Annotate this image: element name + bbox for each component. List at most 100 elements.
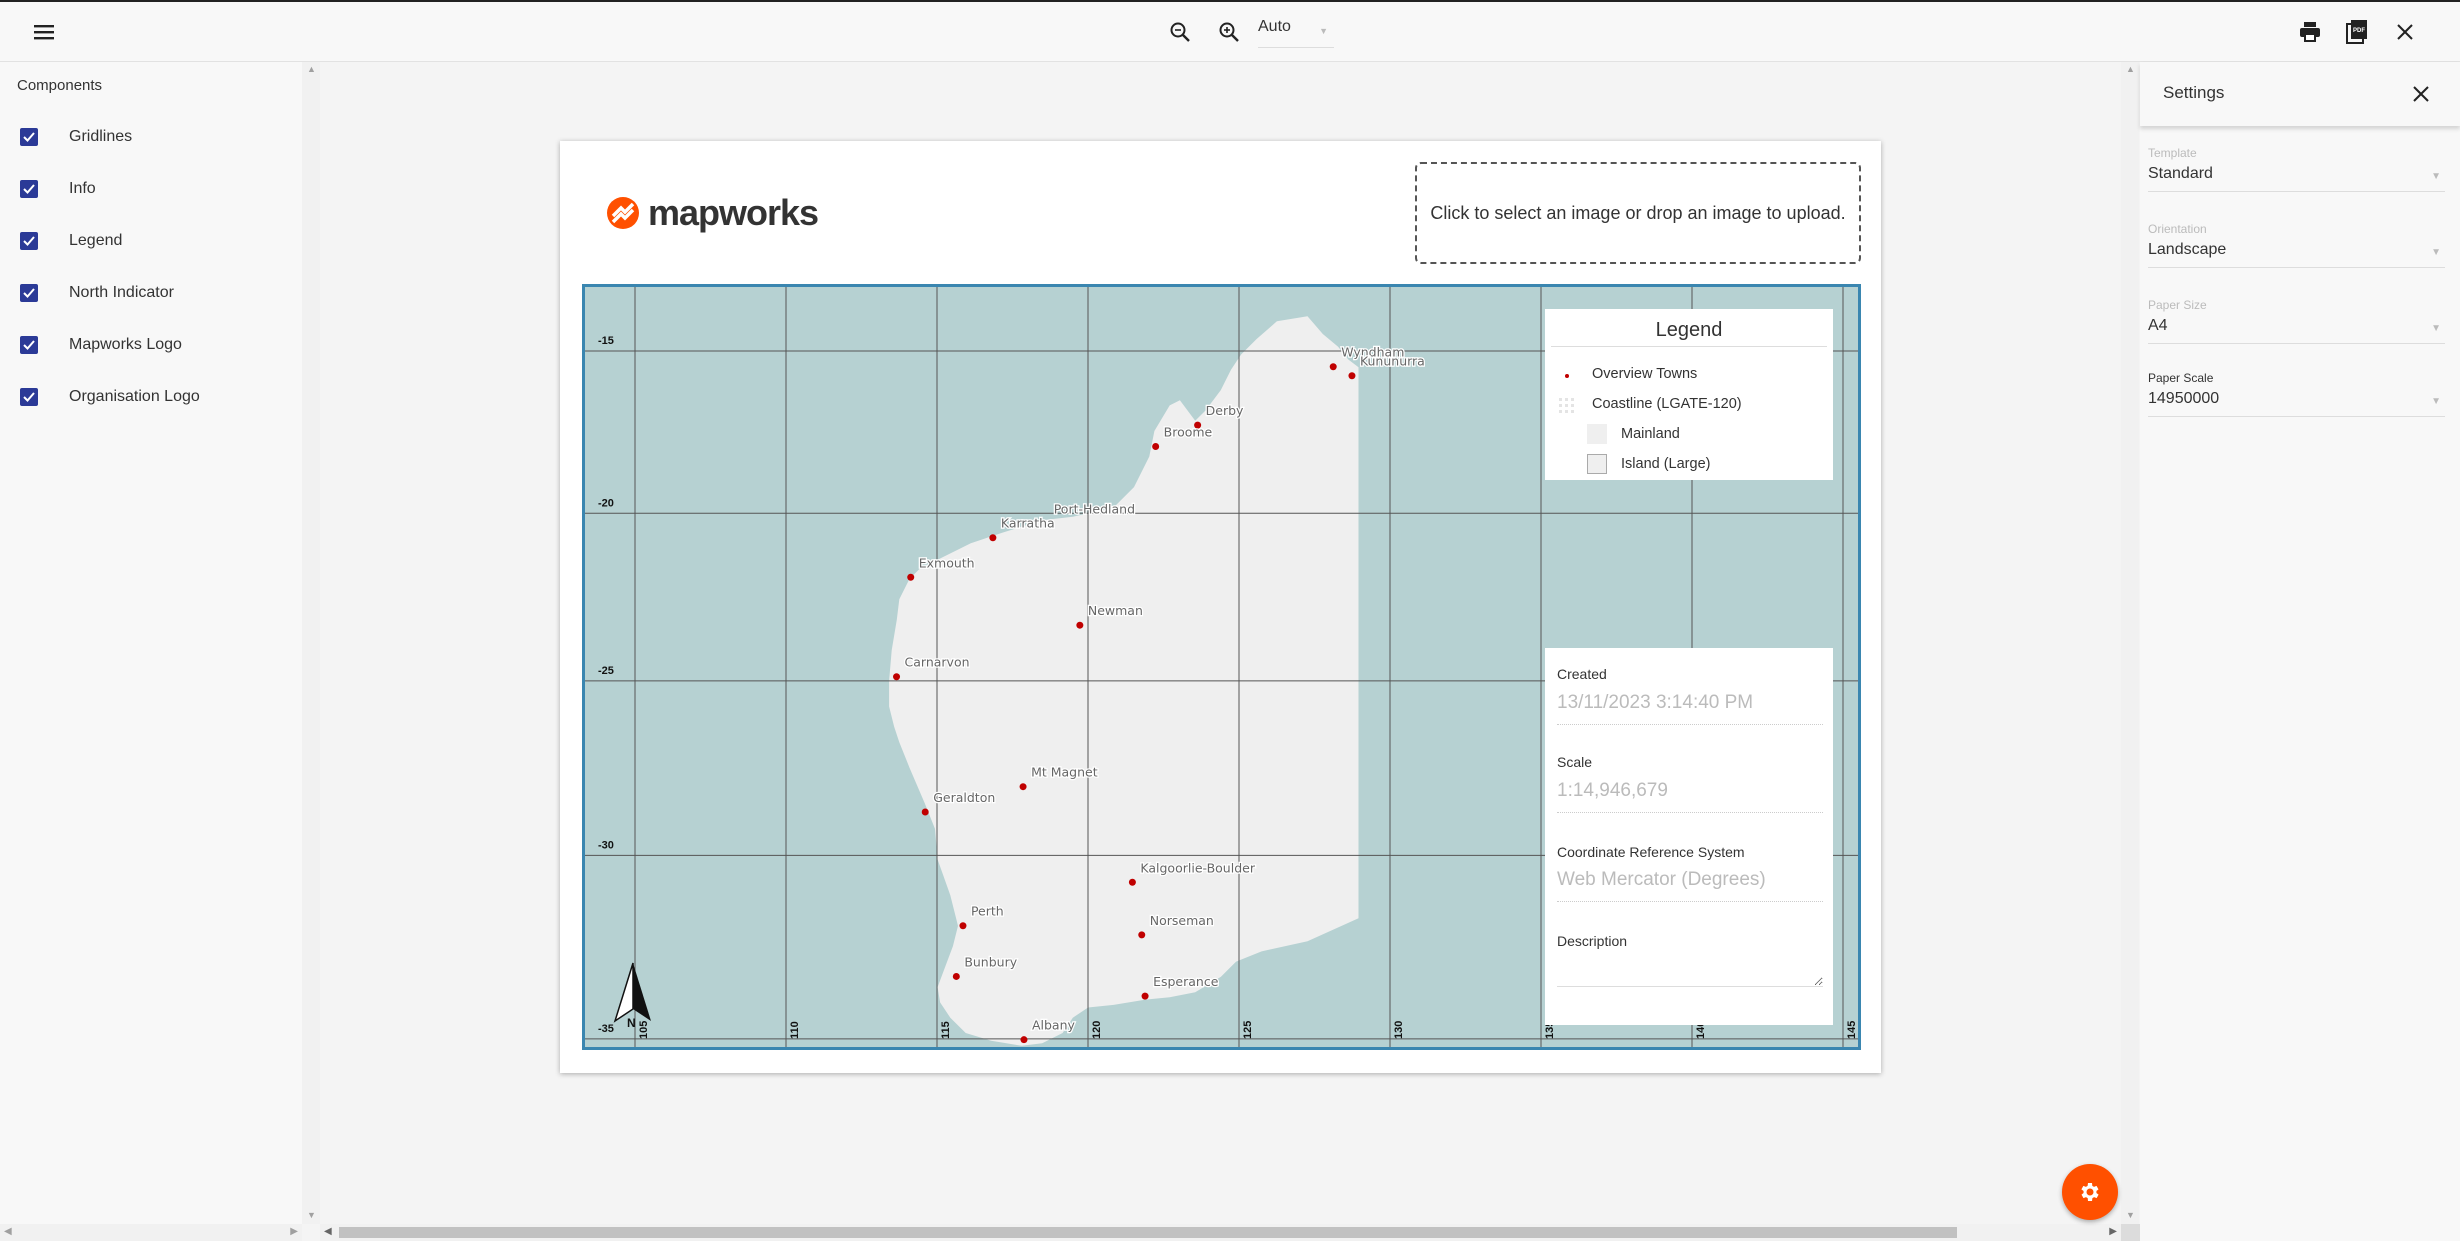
checkbox-label: Gridlines: [69, 128, 133, 145]
legend-item: Island (Large): [1545, 454, 1833, 476]
town-marker: [1348, 372, 1356, 380]
town-marker: [1152, 443, 1160, 451]
checkbox-row-gridlines[interactable]: Gridlines: [20, 125, 132, 149]
hamburger-menu-icon[interactable]: [30, 18, 58, 46]
town-marker: [1329, 363, 1337, 371]
checkbox[interactable]: [20, 336, 38, 354]
legend-item-label: Overview Towns: [1592, 366, 1698, 382]
town-marker: [1076, 621, 1084, 629]
printer-icon[interactable]: [2296, 18, 2324, 46]
map-info-panel: Created 13/11/2023 3:14:40 PM Scale 1:14…: [1545, 648, 1833, 1025]
checkbox-label: North Indicator: [69, 284, 174, 301]
lon-tick-label: 125: [1242, 1021, 1254, 1039]
checkbox[interactable]: [20, 128, 38, 146]
town-marker: [893, 673, 901, 681]
legend-item-label: Island (Large): [1621, 456, 1711, 472]
chevron-down-icon: ▼: [2431, 247, 2441, 258]
chevron-down-icon: ▼: [2431, 171, 2441, 182]
description-input[interactable]: [1557, 953, 1823, 987]
town-marker: [921, 808, 929, 816]
checkbox-row-legend[interactable]: Legend: [20, 229, 122, 253]
zoom-select[interactable]: Auto ▼: [1258, 18, 1334, 48]
town-label: Bunbury: [964, 954, 1017, 969]
town-label: Exmouth: [919, 555, 975, 570]
checkbox-label: Mapworks Logo: [69, 336, 182, 353]
town-label: Derby: [1206, 403, 1244, 418]
setting-select-paper-scale[interactable]: 14950000 ▼: [2148, 390, 2445, 417]
zoom-in-icon[interactable]: [1215, 18, 1243, 46]
town-marker: [959, 922, 967, 930]
lon-tick-label: 145: [1846, 1021, 1858, 1039]
chevron-down-icon: ▼: [2431, 396, 2441, 407]
setting-select-paper-size[interactable]: A4 ▼: [2148, 317, 2445, 344]
checkbox-row-info[interactable]: Info: [20, 177, 96, 201]
settings-fab-button[interactable]: [2062, 1164, 2118, 1220]
toolbar: Auto ▼ PDF: [0, 0, 2460, 62]
lat-tick-label: -25: [598, 665, 614, 677]
setting-select-orientation[interactable]: Landscape ▼: [2148, 241, 2445, 268]
lon-tick-label: 130: [1393, 1021, 1405, 1039]
components-sidebar: Components Gridlines Info Legend North I…: [0, 62, 302, 1224]
town-label: Kalgoorlie-Boulder: [1140, 860, 1255, 875]
upload-text: Click to select an image or drop an imag…: [1430, 202, 1846, 223]
sidebar-horizontal-scrollbar[interactable]: ◀ ▶: [0, 1224, 302, 1241]
checkbox[interactable]: [20, 232, 38, 250]
lon-tick-label: 115: [940, 1021, 952, 1039]
town-label: Karratha: [1001, 516, 1055, 531]
town-label: Kununurra: [1360, 354, 1425, 369]
chevron-down-icon: ▼: [1319, 26, 1328, 36]
created-label: Created: [1557, 666, 1607, 682]
town-marker: [1019, 783, 1027, 791]
lat-tick-label: -35: [598, 1023, 614, 1035]
main-horizontal-scrollbar[interactable]: ◀ ▶: [320, 1224, 2121, 1241]
scroll-corner: [2121, 1224, 2140, 1241]
checkbox[interactable]: [20, 284, 38, 302]
svg-text:PDF: PDF: [2353, 28, 2365, 34]
created-value: 13/11/2023 3:14:40 PM: [1557, 692, 1823, 725]
close-icon[interactable]: [2391, 18, 2419, 46]
checkbox-label: Organisation Logo: [69, 388, 200, 405]
checkbox[interactable]: [20, 388, 38, 406]
mapworks-logo: mapworks: [606, 192, 819, 233]
legend-item: Overview Towns: [1545, 366, 1833, 386]
setting-value: A4: [2148, 317, 2168, 334]
main-scrollbar[interactable]: ▲ ▼: [2121, 62, 2139, 1224]
mapworks-logo-text: mapworks: [648, 192, 819, 233]
settings-title: Settings: [2163, 83, 2225, 102]
scale-value: 1:14,946,679: [1557, 780, 1823, 813]
town-marker: [1128, 878, 1136, 886]
organisation-logo-upload[interactable]: Click to select an image or drop an imag…: [1415, 162, 1861, 264]
horizontal-scroll-thumb[interactable]: [339, 1227, 1957, 1238]
town-marker: [989, 534, 997, 542]
setting-label: Paper Scale: [2148, 371, 2214, 385]
sidebar-title: Components: [17, 77, 103, 94]
town-marker: [1020, 1036, 1028, 1044]
checkbox-label: Info: [69, 180, 96, 197]
checkbox[interactable]: [20, 180, 38, 198]
town-marker: [952, 972, 960, 980]
setting-select-template[interactable]: Standard ▼: [2148, 165, 2445, 192]
town-marker: [1141, 992, 1149, 1000]
setting-value: Landscape: [2148, 241, 2227, 258]
sidebar-scrollbar[interactable]: ▲ ▼: [302, 62, 320, 1224]
pdf-icon[interactable]: PDF: [2343, 18, 2371, 46]
lat-tick-label: -15: [598, 335, 614, 347]
checkbox-row-mapworks-logo[interactable]: Mapworks Logo: [20, 333, 182, 357]
checkbox-label: Legend: [69, 232, 123, 249]
legend-item-label: Mainland: [1621, 426, 1680, 442]
chevron-down-icon: ▼: [2431, 323, 2441, 334]
town-label: Esperance: [1153, 974, 1219, 989]
town-label: Port-Hedland: [1054, 502, 1135, 517]
zoom-out-icon[interactable]: [1166, 18, 1194, 46]
settings-header: Settings: [2140, 62, 2460, 126]
checkbox-row-north-indicator[interactable]: North Indicator: [20, 281, 174, 305]
town-label: Broome: [1164, 425, 1213, 440]
checkbox-row-organisation-logo[interactable]: Organisation Logo: [20, 385, 200, 409]
gear-icon: [2081, 1183, 2099, 1201]
close-settings-icon[interactable]: [2407, 80, 2435, 108]
north-label: N: [627, 1016, 636, 1030]
town-marker: [907, 573, 915, 581]
lon-tick-label: 110: [789, 1021, 801, 1039]
lat-tick-label: -20: [598, 497, 614, 509]
legend-item: Mainland: [1545, 424, 1833, 446]
